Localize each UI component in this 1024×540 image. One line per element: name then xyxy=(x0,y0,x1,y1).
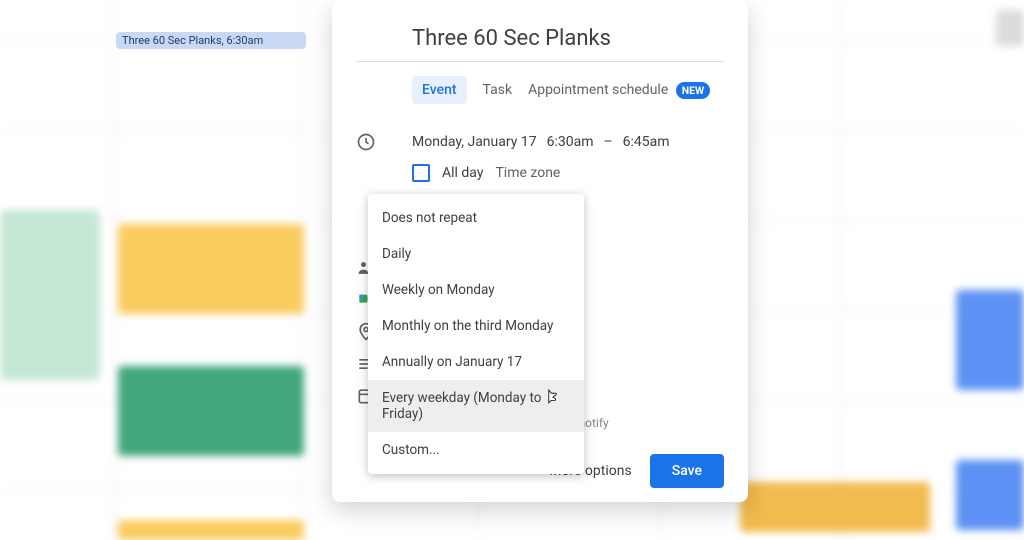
timezone-link[interactable]: Time zone xyxy=(495,165,560,181)
repeat-option-annually[interactable]: Annually on January 17 xyxy=(368,344,584,380)
tab-appointment[interactable]: Appointment schedule NEW xyxy=(528,82,710,98)
event-title[interactable]: Three 60 Sec Planks xyxy=(356,20,724,62)
tab-task[interactable]: Task xyxy=(483,82,513,98)
clock-icon xyxy=(356,132,376,152)
repeat-option-monthly[interactable]: Monthly on the third Monday xyxy=(368,308,584,344)
new-badge: NEW xyxy=(676,82,711,99)
allday-label: All day xyxy=(442,165,483,181)
datetime-row[interactable]: Monday, January 176:30am–6:45am xyxy=(356,126,724,158)
allday-checkbox[interactable] xyxy=(412,164,430,182)
tab-event[interactable]: Event xyxy=(412,76,467,104)
repeat-option-custom[interactable]: Custom... xyxy=(368,432,584,468)
repeat-option-daily[interactable]: Daily xyxy=(368,236,584,272)
event-type-tabs: Event Task Appointment schedule NEW xyxy=(356,62,724,126)
repeat-dropdown: Does not repeat Daily Weekly on Monday M… xyxy=(368,194,584,474)
calendar-event-chip[interactable]: Three 60 Sec Planks, 6:30am xyxy=(116,32,306,49)
repeat-option-none[interactable]: Does not repeat xyxy=(368,200,584,236)
repeat-option-weekdays[interactable]: Every weekday (Monday to Friday) xyxy=(368,380,584,432)
repeat-option-weekly[interactable]: Weekly on Monday xyxy=(368,272,584,308)
save-button[interactable]: Save xyxy=(650,454,724,488)
